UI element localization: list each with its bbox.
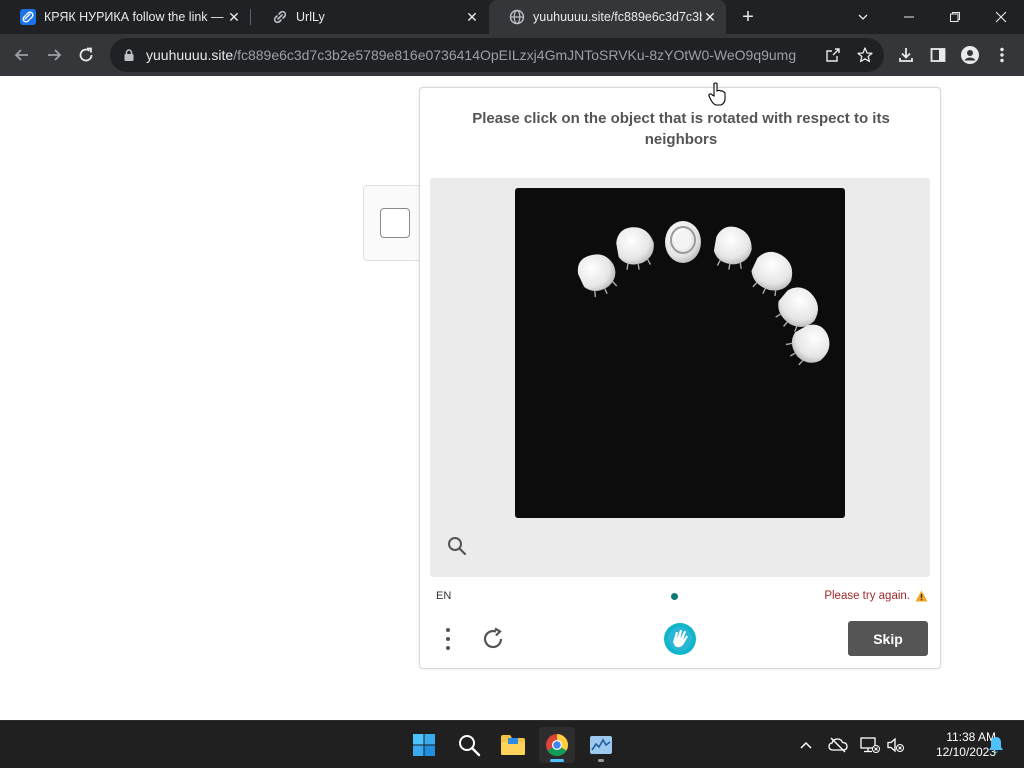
new-tab-button[interactable]: + (738, 7, 758, 27)
task-manager-button[interactable] (583, 727, 619, 763)
chrome-taskbar-button[interactable] (539, 727, 575, 763)
tab-close-icon[interactable]: ✕ (464, 9, 480, 25)
bookmark-star-icon[interactable] (856, 46, 874, 64)
reload-button[interactable] (74, 43, 98, 67)
speaker-muted-icon (887, 737, 904, 753)
chrome-menu-button[interactable] (992, 45, 1012, 65)
kebab-menu-icon (1000, 47, 1004, 63)
reload-icon (79, 47, 93, 62)
file-explorer-button[interactable] (495, 727, 531, 763)
running-app-indicator (598, 759, 604, 762)
download-icon (899, 48, 913, 62)
windows-logo-icon (413, 734, 435, 756)
warning-icon (915, 590, 928, 602)
arrow-right-icon (48, 49, 62, 61)
url-host: yuuhuuuu.site (146, 47, 234, 63)
forward-button[interactable] (42, 43, 66, 67)
challenge-image[interactable] (515, 188, 845, 518)
browser-tab-strip: КРЯК НУРИКА follow the link — ✕ UrlLy ✕ … (0, 0, 1024, 34)
tab-close-icon[interactable]: ✕ (226, 9, 242, 25)
captcha-checkbox[interactable] (380, 208, 410, 238)
close-window-button[interactable] (978, 0, 1024, 34)
refresh-icon (483, 627, 503, 649)
side-panel-button[interactable] (928, 45, 948, 65)
monitor-chart-icon (590, 736, 612, 754)
tab-separator (250, 9, 251, 25)
object-3[interactable] (665, 221, 701, 263)
start-button[interactable] (406, 727, 442, 763)
tab-close-icon[interactable]: ✕ (702, 9, 718, 25)
object-2[interactable] (614, 224, 658, 273)
challenge-prompt: Please click on the object that is rotat… (472, 110, 890, 148)
tab-title: yuuhuuuu.site/fc889e6c3d7c3b2e (533, 10, 702, 24)
object-7[interactable] (781, 319, 837, 373)
clock-date: 12/10/2023 (935, 745, 996, 759)
error-text: Please try again. (824, 590, 910, 602)
address-bar[interactable]: yuuhuuuu.site/fc889e6c3d7c3b2e5789e816e0… (110, 38, 884, 72)
vertical-dots-icon (446, 628, 450, 650)
search-icon (459, 735, 481, 757)
lock-icon[interactable] (122, 48, 136, 62)
tab-yuuhuuuu[interactable]: yuuhuuuu.site/fc889e6c3d7c3b2e ✕ (489, 0, 726, 34)
link-favicon-icon (20, 9, 36, 25)
zoom-magnifier-icon[interactable] (447, 536, 467, 556)
challenge-area (430, 178, 930, 577)
language-selector[interactable]: EN (436, 590, 451, 602)
onedrive-tray-icon[interactable] (828, 735, 848, 755)
skip-button[interactable]: Skip (848, 621, 928, 656)
object-4[interactable] (711, 224, 755, 273)
back-button[interactable] (10, 43, 34, 67)
web-page: Please click on the object that is rotat… (0, 76, 1024, 720)
profile-avatar-icon (961, 46, 979, 64)
profile-button[interactable] (960, 45, 980, 65)
progress-dot (671, 593, 678, 600)
downloads-button[interactable] (896, 45, 916, 65)
active-app-indicator (550, 759, 564, 762)
network-tray-icon[interactable] (860, 735, 880, 755)
minimize-button[interactable] (886, 0, 932, 34)
cloud-off-icon (828, 737, 848, 753)
side-panel-icon (930, 48, 946, 62)
url-path: /fc889e6c3d7c3b2e5789e816e0736414OpEILzx… (233, 47, 797, 63)
captcha-challenge-panel: Please click on the object that is rotat… (419, 87, 941, 669)
hcaptcha-hand-logo-icon (664, 623, 696, 655)
chrome-logo-icon (546, 734, 568, 756)
tab-title: UrlLy (296, 10, 325, 24)
restore-button[interactable] (932, 0, 978, 34)
menu-button[interactable] (440, 626, 456, 652)
url-text[interactable]: yuuhuuuu.site/fc889e6c3d7c3b2e5789e816e0… (146, 47, 826, 63)
system-clock[interactable]: 11:38 AM 12/10/2023 (914, 730, 996, 760)
chain-favicon-icon (273, 10, 287, 24)
tab-title: КРЯК НУРИКА follow the link — (44, 10, 224, 24)
rotated-objects-image (573, 221, 837, 373)
arrow-left-icon (14, 49, 28, 61)
bell-icon (989, 737, 1003, 753)
refresh-challenge-button[interactable] (480, 626, 506, 652)
hcaptcha-logo[interactable] (663, 622, 697, 656)
object-1[interactable] (573, 248, 623, 302)
browser-toolbar: yuuhuuuu.site/fc889e6c3d7c3b2e5789e816e0… (0, 34, 1024, 76)
windows-taskbar: 11:38 AM 12/10/2023 (0, 720, 1024, 768)
clock-time: 11:38 AM (946, 730, 996, 744)
show-hidden-icons-button[interactable] (796, 735, 816, 755)
tab-search-dropdown-icon[interactable] (840, 0, 886, 34)
network-disconnected-icon (860, 737, 880, 753)
share-icon[interactable] (824, 46, 842, 64)
tab-kryak[interactable]: КРЯК НУРИКА follow the link — ✕ (0, 0, 250, 34)
folder-icon (501, 735, 525, 755)
notifications-button[interactable] (986, 735, 1006, 755)
volume-tray-icon[interactable] (886, 735, 906, 755)
chevron-up-icon (800, 741, 812, 749)
hand-cursor-icon (708, 82, 726, 106)
error-message: Please try again. (824, 590, 928, 602)
globe-favicon-icon (509, 9, 525, 25)
taskbar-search-button[interactable] (451, 727, 487, 763)
tab-urlly[interactable]: UrlLy ✕ (252, 0, 488, 34)
